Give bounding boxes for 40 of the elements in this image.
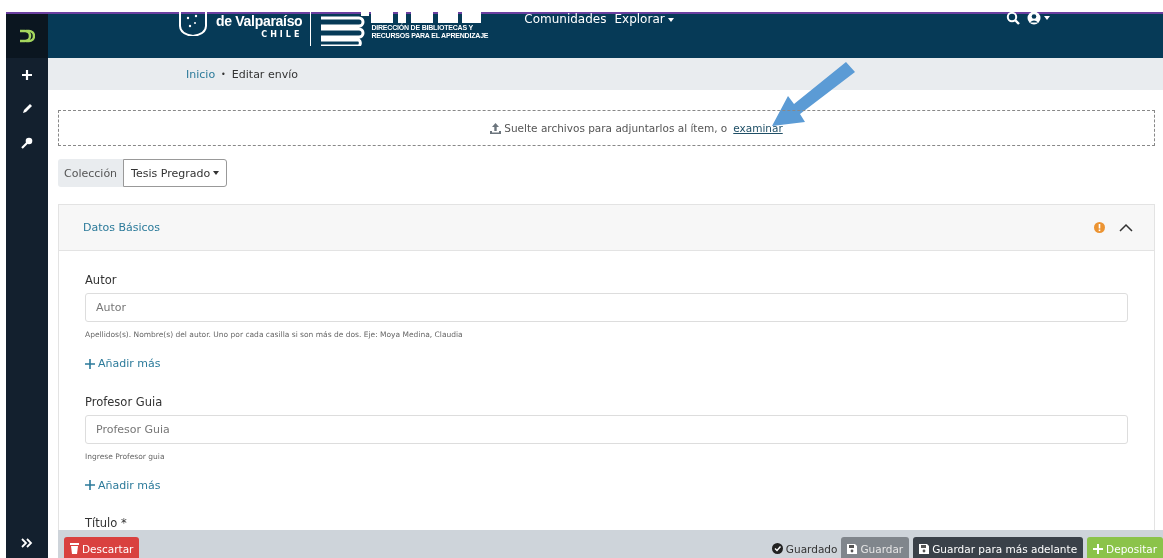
user-menu-button[interactable] xyxy=(1027,11,1050,25)
text-field[interactable]: Autor xyxy=(85,293,1128,322)
section-header[interactable]: Datos Básicos xyxy=(59,205,1154,251)
pencil-icon[interactable] xyxy=(21,103,33,115)
country-name: CHILE xyxy=(261,31,303,39)
file-drop-zone[interactable]: Suelte archivos para adjuntarlos al ítem, o examinar xyxy=(58,110,1155,146)
breadcrumb-separator: • xyxy=(221,69,226,79)
save-button[interactable]: Guardar para más adelante xyxy=(913,537,1084,558)
double-chevron-icon[interactable] xyxy=(21,538,33,548)
drop-instructions: Suelte archivos para adjuntarlos al ítem, o xyxy=(504,122,728,134)
trash-icon xyxy=(70,543,79,554)
book-stack-logo-icon xyxy=(319,10,370,46)
section-title: Datos Básicos xyxy=(83,221,161,234)
field-label: Autor xyxy=(85,273,118,287)
upload-icon xyxy=(490,122,502,134)
collection-dropdown[interactable]: Tesis Pregrado xyxy=(123,159,228,187)
breadcrumb-link[interactable]: Inicio xyxy=(186,67,216,81)
collection-label: Colección xyxy=(58,159,124,187)
save-status: Guardado xyxy=(771,537,838,558)
university-name: de Valparaíso xyxy=(216,14,303,28)
nav-link[interactable]: Comunidades xyxy=(524,12,607,26)
dropdown-menu-link[interactable]: Explorar xyxy=(614,12,674,26)
browse-link[interactable]: examinar xyxy=(733,122,783,134)
plus-icon xyxy=(85,358,95,369)
field-label: Profesor Guia xyxy=(85,394,164,409)
warning-icon xyxy=(1094,222,1105,233)
breadcrumb-current: Editar envío xyxy=(231,67,298,81)
search-icon xyxy=(1006,11,1020,25)
key-icon[interactable] xyxy=(21,137,33,149)
plus-icon[interactable] xyxy=(21,69,33,81)
app-logo-icon xyxy=(19,29,35,43)
plus-icon xyxy=(85,480,95,490)
check-circle-icon xyxy=(771,543,783,554)
discard-button[interactable]: Descartar xyxy=(64,537,140,558)
text-field[interactable]: Profesor Guia xyxy=(85,414,1128,444)
shield-logo-icon xyxy=(178,10,208,36)
add-more-link[interactable]: Añadir más xyxy=(85,478,161,492)
plus-icon xyxy=(1093,543,1104,554)
add-more-link[interactable]: Añadir más xyxy=(85,357,161,370)
field-label: Título * xyxy=(85,516,128,530)
